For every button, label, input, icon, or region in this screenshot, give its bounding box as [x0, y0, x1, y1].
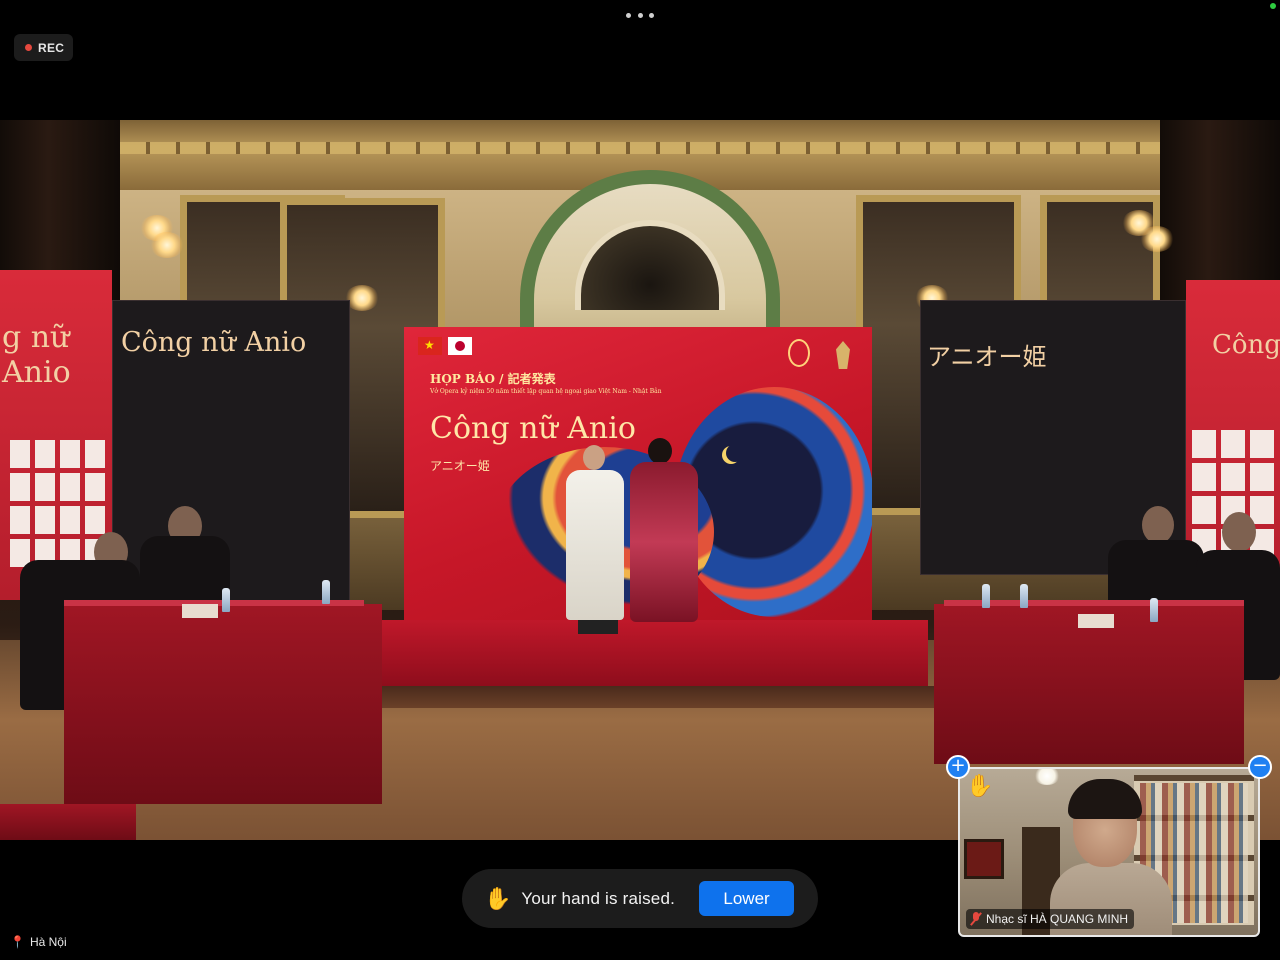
- more-options-button[interactable]: [622, 8, 658, 22]
- host-female-head: [648, 438, 672, 464]
- name-plaque: [1078, 614, 1114, 628]
- raised-hand-icon: ✋: [966, 773, 994, 798]
- ceiling-ornament: [0, 142, 1280, 154]
- main-video[interactable]: HỌP BÁO / 記者発表 Vở Opera kỷ niệm 50 năm t…: [0, 120, 1280, 840]
- water-bottle: [982, 584, 990, 608]
- water-bottle: [322, 580, 330, 604]
- pin-icon: 📍: [10, 935, 25, 949]
- status-dot: [1270, 3, 1276, 9]
- backdrop-subtitle: Vở Opera kỷ niệm 50 năm thiết lập quan h…: [430, 388, 662, 395]
- flags: [418, 337, 472, 355]
- anio-logo-icon: [788, 339, 810, 367]
- recording-indicator: REC: [14, 34, 73, 61]
- wall-picture: [964, 839, 1004, 879]
- guest-head: [1142, 506, 1174, 544]
- host-male-legs: [578, 620, 618, 634]
- backdrop-title: HỌP BÁO / 記者発表: [430, 372, 556, 386]
- guest-head: [1222, 512, 1256, 552]
- orchestra-logo-icon: [836, 341, 850, 369]
- location-label: 📍 Hà Nội: [10, 935, 67, 949]
- hand-raised-notification: ✋ Your hand is raised. Lower: [462, 869, 818, 928]
- left-panel-title: Công nữ Anio: [121, 327, 307, 358]
- water-bottle: [222, 588, 230, 612]
- moon-icon: [726, 444, 744, 462]
- host-male: [566, 470, 624, 620]
- water-bottle: [1150, 598, 1158, 622]
- backdrop-show-name: Công nữ Anio: [430, 411, 636, 446]
- location-name: Hà Nội: [29, 935, 67, 949]
- name-plaque: [182, 604, 218, 618]
- minimize-video-button[interactable]: −: [1248, 755, 1272, 779]
- left-side-panel-title: g nữ Anio: [2, 320, 71, 390]
- front-table: [0, 804, 136, 840]
- more-dot: [649, 12, 654, 18]
- more-dot: [626, 12, 631, 18]
- water-bottle: [1020, 584, 1028, 608]
- host-male-head: [583, 445, 605, 470]
- right-panel-title: アニオー姫: [927, 343, 1047, 371]
- left-side-panel-grid: [10, 440, 105, 567]
- japan-flag-icon: [448, 337, 472, 355]
- participant-name: Nhạc sĩ HÀ QUANG MINH: [986, 912, 1129, 926]
- wall-lamp: [1140, 226, 1174, 252]
- left-table: [64, 604, 382, 804]
- stage: [372, 620, 928, 686]
- ceiling-light: [1034, 769, 1060, 785]
- participant-name-tag: Nhạc sĩ HÀ QUANG MINH: [966, 909, 1135, 929]
- participant-hair: [1068, 779, 1142, 819]
- backdrop-show-name-jp: アニオー姫: [430, 459, 490, 473]
- right-table: [934, 604, 1244, 764]
- more-dot: [637, 12, 643, 18]
- self-view-video[interactable]: ✋ Nhạc sĩ HÀ QUANG MINH: [958, 767, 1260, 937]
- wall-lamp: [150, 232, 184, 258]
- wall-lamp: [345, 285, 379, 311]
- vietnam-flag-icon: [418, 337, 442, 355]
- enlarge-video-button[interactable]: +: [946, 755, 970, 779]
- stage-edge: [378, 686, 938, 708]
- rec-label: REC: [38, 40, 65, 55]
- rec-dot-icon: [25, 44, 32, 51]
- mic-muted-icon: [970, 912, 982, 926]
- host-female: [630, 462, 698, 622]
- hand-raised-message: Your hand is raised.: [521, 888, 676, 908]
- raised-hand-icon: ✋: [484, 885, 512, 911]
- lower-hand-button[interactable]: Lower: [699, 881, 795, 916]
- right-side-panel-title: Công: [1212, 330, 1280, 360]
